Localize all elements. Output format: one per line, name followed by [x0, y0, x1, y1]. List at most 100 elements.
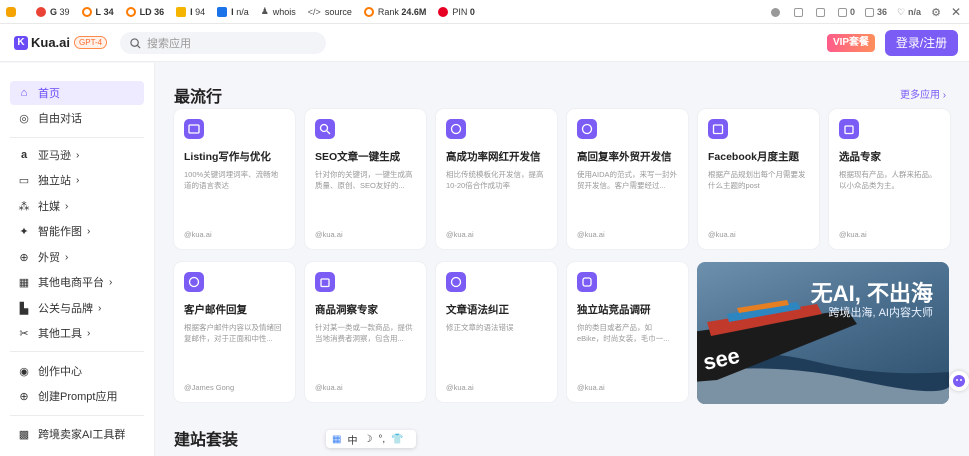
sidebar-item-home[interactable]: ⌂ 首页	[10, 81, 144, 105]
ext-close-icon[interactable]: ✕	[951, 5, 961, 19]
sidebar-item-creation-center[interactable]: ◉ 创作中心	[10, 359, 144, 383]
ext-traffic[interactable]: ♡ n/a	[897, 7, 921, 18]
ext-page-icon[interactable]	[815, 7, 828, 17]
ime-punctuation-icon[interactable]: °,	[378, 434, 385, 445]
circle-icon	[363, 6, 374, 17]
ext-item-linking-domains[interactable]: LD 36	[125, 6, 164, 17]
search-article-icon	[315, 119, 335, 139]
ext-item-source[interactable]: </> source	[308, 7, 352, 17]
app-card[interactable]: 高回复率外贸开发信 使用AIDA的范式，来写一封外贸开发信。客户需要经过... …	[567, 109, 688, 249]
ime-language-toggle[interactable]: 中	[347, 432, 357, 447]
support-chat-icon[interactable]	[949, 371, 969, 391]
card-description: 针对你的关键词，一键生成高质量、原创、SEO友好的...	[315, 170, 413, 190]
card-description: 根据产品规划出每个月需要发什么主题的post	[708, 170, 806, 190]
facebook-icon	[217, 6, 228, 17]
card-title: 选品专家	[839, 151, 881, 163]
ext-info-icon[interactable]	[770, 7, 784, 17]
sidebar-item-social[interactable]: ⁂ 社媒 ›	[10, 194, 144, 218]
ime-moon-icon[interactable]: ☽	[363, 434, 372, 445]
vip-button[interactable]: VIP套餐	[827, 34, 875, 52]
ext-images-count[interactable]: 36	[864, 7, 887, 17]
chevron-right-icon: ›	[87, 225, 91, 237]
chevron-right-icon: ›	[76, 149, 80, 161]
app-card[interactable]: Facebook月度主题 根据产品规划出每个月需要发什么主题的post @kua…	[698, 109, 819, 249]
sidebar-item-independent-site[interactable]: ▭ 独立站 ›	[10, 168, 144, 192]
ext-links-count[interactable]: 0	[837, 7, 855, 17]
card-description: 相比传统模板化开发信，提高10-20倍合作成功率	[446, 170, 544, 190]
card-author: @kua.ai	[446, 383, 474, 392]
card-author: @kua.ai	[577, 383, 605, 392]
ext-item-google-index[interactable]: G 39	[36, 6, 70, 17]
sidebar-item-amazon[interactable]: a 亚马逊 ›	[10, 143, 144, 167]
chevron-right-icon: ›	[98, 302, 102, 314]
ime-skin-icon[interactable]: 👕	[391, 434, 403, 445]
app-card[interactable]: 客户邮件回复 根据客户邮件内容以及情绪回复邮件，对于正面和中性... @Jame…	[174, 262, 295, 402]
chevron-right-icon: ›	[109, 276, 113, 288]
card-title: 高成功率网红开发信	[446, 151, 541, 163]
search-icon	[130, 37, 141, 49]
ime-toolbar[interactable]: ▦ 中 ☽ °, 👕	[326, 430, 416, 448]
app-card[interactable]: SEO文章一键生成 针对你的关键词，一键生成高质量、原创、SEO友好的... @…	[305, 109, 426, 249]
sidebar-item-seller-group[interactable]: ▩ 跨境卖家AI工具群	[10, 422, 144, 446]
sidebar-item-other-ecommerce[interactable]: ▦ 其他电商平台 ›	[10, 270, 144, 294]
site-logo[interactable]: K Kua.ai GPT-4	[14, 35, 108, 50]
sidebar-item-create-prompt[interactable]: ⊕ 创建Prompt应用	[10, 384, 144, 408]
card-title: 商品洞察专家	[315, 304, 378, 316]
search-input[interactable]: 搜索应用	[120, 32, 326, 54]
card-description: 根据现有产品，人群来拓品。以小众品类为主。	[839, 170, 937, 190]
app-card[interactable]: 选品专家 根据现有产品，人群来拓品。以小众品类为主。 @kua.ai	[829, 109, 950, 249]
ext-item-facebook[interactable]: I n/a	[217, 6, 249, 17]
card-description: 修正文章的语法错误	[446, 323, 514, 332]
extension-logo-icon[interactable]	[6, 6, 20, 17]
sidebar-item-other-tools[interactable]: ✂ 其他工具 ›	[10, 321, 144, 345]
ext-item-pinterest[interactable]: PIN 0	[438, 6, 475, 17]
app-card[interactable]: 独立站竞品调研 你的类目或者产品，如eBike，时尚女装，毛巾一... @kua…	[567, 262, 688, 402]
bar-icon	[176, 6, 187, 17]
app-card[interactable]: Listing写作与优化 100%关键词埋词率、流畅地道的语言表达 @kua.a…	[174, 109, 295, 249]
card-author: @kua.ai	[577, 230, 605, 239]
app-card[interactable]: 商品洞察专家 针对某一类或一款商品，提供当地消费者洞察，包含用... @kua.…	[305, 262, 426, 402]
code-icon: </>	[307, 6, 321, 17]
ime-grid-icon[interactable]: ▦	[332, 434, 341, 445]
circle-icon	[81, 6, 92, 17]
grid-icon: ▦	[18, 276, 30, 289]
sidebar-item-foreign-trade[interactable]: ⊕ 外贸 ›	[10, 245, 144, 269]
sidebar-item-free-chat[interactable]: ◎ 自由对话	[10, 106, 144, 130]
app-card[interactable]: 文章语法纠正 修正文章的语法错误 @kua.ai	[436, 262, 557, 402]
gpt-badge: GPT-4	[74, 36, 108, 49]
ext-settings-icon[interactable]: ⚙	[931, 6, 941, 19]
card-description: 你的类目或者产品，如eBike，时尚女装，毛巾一...	[577, 323, 670, 343]
card-title: 高回复率外贸开发信	[577, 151, 672, 163]
app-card[interactable]: 高成功率网红开发信 相比传统模板化开发信，提高10-20倍合作成功率 @kua.…	[436, 109, 557, 249]
heart-icon: ♡	[896, 6, 906, 17]
chevron-right-icon: ›	[65, 251, 69, 263]
ext-item-links[interactable]: L 34	[81, 6, 114, 17]
grammar-icon	[446, 272, 466, 292]
circle-icon	[125, 6, 136, 17]
amazon-icon: a	[20, 149, 28, 161]
sidebar-item-pr-brand[interactable]: ▙ 公关与品牌 ›	[10, 296, 144, 320]
login-button[interactable]: 登录/注册	[885, 30, 958, 56]
mail-icon	[577, 119, 597, 139]
promo-banner[interactable]: see 无AI, 不出海 跨境出海, AI内容大师	[697, 262, 949, 404]
search-placeholder: 搜索应用	[147, 38, 191, 50]
more-apps-link[interactable]: 更多应用 ›	[900, 86, 946, 101]
top-header: K Kua.ai GPT-4 搜索应用 VIP套餐 登录/注册	[0, 24, 969, 62]
card-author: @kua.ai	[315, 230, 343, 239]
ext-monitor-icon[interactable]	[793, 7, 806, 17]
monitor-icon: ▭	[18, 174, 30, 187]
globe-icon: ⊕	[19, 251, 29, 264]
plus-circle-icon: ⊕	[19, 390, 29, 403]
user-icon: ♟	[260, 6, 269, 16]
sidebar-item-ai-image[interactable]: ✦ 智能作图 ›	[10, 219, 144, 243]
ext-item-index[interactable]: I 94	[176, 6, 205, 17]
competitor-icon	[577, 272, 597, 292]
card-author: @kua.ai	[708, 230, 736, 239]
qr-icon: ▩	[18, 428, 30, 441]
logo-text: Kua.ai	[31, 35, 71, 50]
chevron-right-icon: ›	[76, 174, 80, 186]
image-icon: ✦	[19, 225, 29, 238]
ext-item-rank[interactable]: Rank 24.6M	[363, 6, 426, 17]
card-author: @James Gong	[184, 383, 235, 392]
ext-item-whois[interactable]: ♟ whois	[261, 6, 296, 17]
